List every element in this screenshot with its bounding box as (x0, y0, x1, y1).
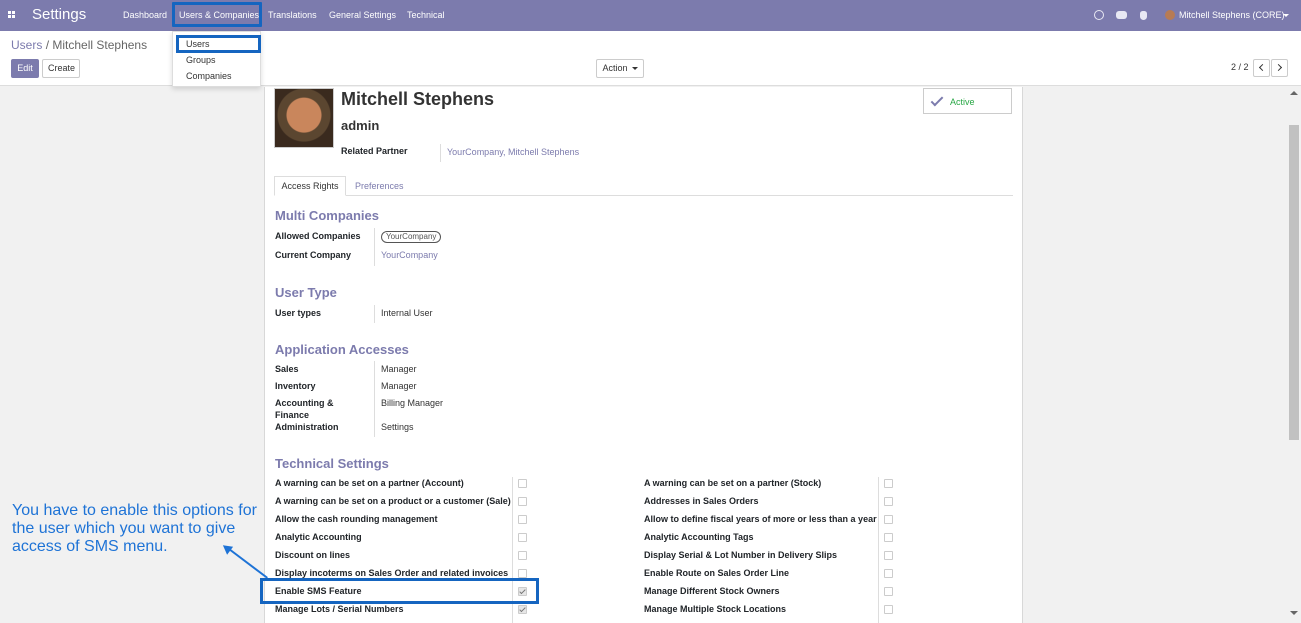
bug-icon[interactable] (1140, 11, 1147, 20)
section-technical-settings: Technical Settings (275, 456, 389, 471)
column-separator (878, 477, 879, 623)
tech-checkbox[interactable] (884, 569, 893, 578)
create-button[interactable]: Create (42, 59, 80, 78)
tech-label: A warning can be set on a partner (Stock… (644, 478, 822, 488)
breadcrumb-current: Mitchell Stephens (52, 38, 148, 52)
tech-label: Addresses in Sales Orders (644, 496, 759, 506)
section-multi-companies: Multi Companies (275, 208, 380, 223)
action-button[interactable]: Action (596, 59, 644, 78)
tech-label: Enable Route on Sales Order Line (644, 568, 790, 578)
user-types-label: User types (275, 308, 322, 318)
menu-translations[interactable]: Translations (268, 10, 317, 20)
tech-label: Allow to define fiscal years of more or … (644, 514, 877, 524)
dropdown-groups[interactable]: Groups (186, 55, 216, 65)
tab-preferences[interactable]: Preferences (355, 181, 404, 191)
tech-label: Allow the cash rounding management (275, 514, 438, 524)
menu-general-settings[interactable]: General Settings (329, 10, 396, 20)
chevron-right-icon (1274, 63, 1283, 72)
tech-label: Manage Lots / Serial Numbers (275, 604, 404, 614)
chat-icon[interactable] (1116, 11, 1127, 19)
administration-value[interactable]: Settings (381, 422, 414, 432)
scroll-up-icon[interactable] (1290, 91, 1298, 95)
tech-checkbox[interactable] (884, 497, 893, 506)
pager-previous-button[interactable] (1253, 59, 1270, 77)
edit-button[interactable]: Edit (11, 59, 39, 78)
field-separator (374, 228, 375, 266)
user-photo[interactable] (274, 88, 334, 148)
tech-label: A warning can be set on a product or a c… (275, 496, 511, 506)
sales-value[interactable]: Manager (381, 364, 417, 374)
menu-highlight-box (172, 2, 262, 27)
tech-label: Display Serial & Lot Number in Delivery … (644, 550, 838, 560)
allowed-companies-label: Allowed Companies (275, 231, 361, 241)
apps-grid-icon[interactable] (8, 11, 15, 18)
active-label: Active (950, 97, 975, 107)
tabs-divider (274, 195, 1013, 196)
menu-dashboard[interactable]: Dashboard (123, 10, 167, 20)
allowed-company-tag[interactable]: YourCompany (381, 231, 442, 243)
sales-label: Sales (275, 364, 299, 374)
tech-checkbox[interactable] (518, 479, 527, 488)
chevron-down-icon[interactable] (1283, 14, 1289, 17)
user-types-value[interactable]: Internal User (381, 308, 433, 318)
tech-checkbox[interactable] (518, 515, 527, 524)
user-menu[interactable]: Mitchell Stephens (CORE) (1179, 10, 1285, 20)
active-toggle-button[interactable]: Active (923, 88, 1012, 114)
tech-checkbox[interactable] (884, 605, 893, 614)
tech-checkbox[interactable] (884, 551, 893, 560)
caret-down-icon (631, 67, 638, 71)
scrollbar-thumb[interactable] (1289, 125, 1299, 440)
accounting-label: Accounting & Finance (275, 398, 334, 420)
tutorial-annotation: You have to enable this options for the … (12, 502, 257, 555)
user-name-title: Mitchell Stephens (341, 89, 495, 109)
scroll-down-icon[interactable] (1290, 611, 1298, 615)
inventory-value[interactable]: Manager (381, 381, 417, 391)
menu-technical[interactable]: Technical (407, 10, 445, 20)
related-partner-link[interactable]: YourCompany, Mitchell Stephens (447, 147, 579, 157)
action-label: Action (602, 63, 628, 73)
breadcrumb-separator: / (45, 38, 50, 52)
tech-checkbox[interactable] (518, 533, 527, 542)
app-title: Settings (32, 6, 87, 23)
tech-checkbox[interactable] (518, 497, 527, 506)
user-avatar[interactable] (1165, 10, 1175, 20)
tech-checkbox[interactable] (518, 605, 527, 614)
tech-checkbox[interactable] (518, 551, 527, 560)
tab-access-rights[interactable]: Access Rights (274, 176, 346, 196)
breadcrumb-users-link[interactable]: Users (11, 38, 42, 52)
tech-label: Discount on lines (275, 550, 351, 560)
tech-checkbox[interactable] (884, 515, 893, 524)
pager-next-button[interactable] (1271, 59, 1288, 77)
tech-label: Manage Different Stock Owners (644, 586, 780, 596)
current-company-link[interactable]: YourCompany (381, 250, 438, 260)
tech-checkbox[interactable] (884, 479, 893, 488)
tech-checkbox[interactable] (884, 533, 893, 542)
clock-icon[interactable] (1094, 10, 1104, 20)
current-company-label: Current Company (275, 250, 352, 260)
tech-label: Analytic Accounting Tags (644, 532, 754, 542)
tech-label: Display incoterms on Sales Order and rel… (275, 568, 509, 578)
field-separator (374, 305, 375, 323)
related-partner-label: Related Partner (341, 146, 408, 156)
tech-label: Manage Multiple Stock Locations (644, 604, 787, 614)
dropdown-highlight-box (176, 35, 261, 53)
field-separator (374, 361, 375, 437)
accounting-value[interactable]: Billing Manager (381, 398, 443, 408)
administration-label: Administration (275, 422, 339, 432)
breadcrumb: Users / Mitchell Stephens (11, 38, 147, 52)
inventory-label: Inventory (275, 381, 316, 391)
dropdown-companies[interactable]: Companies (186, 71, 232, 81)
section-user-type: User Type (275, 285, 337, 300)
user-login: admin (341, 118, 380, 133)
check-icon (930, 93, 944, 107)
field-separator (440, 144, 441, 162)
tech-checkbox[interactable] (518, 569, 527, 578)
tech-label: A warning can be set on a partner (Accou… (275, 478, 464, 488)
pager-value: 2 / 2 (1231, 62, 1249, 72)
tech-label: Analytic Accounting (275, 532, 362, 542)
tech-checkbox[interactable] (884, 587, 893, 596)
section-application-accesses: Application Accesses (275, 342, 409, 357)
chevron-left-icon (1258, 63, 1267, 72)
sms-highlight-box (260, 578, 539, 604)
